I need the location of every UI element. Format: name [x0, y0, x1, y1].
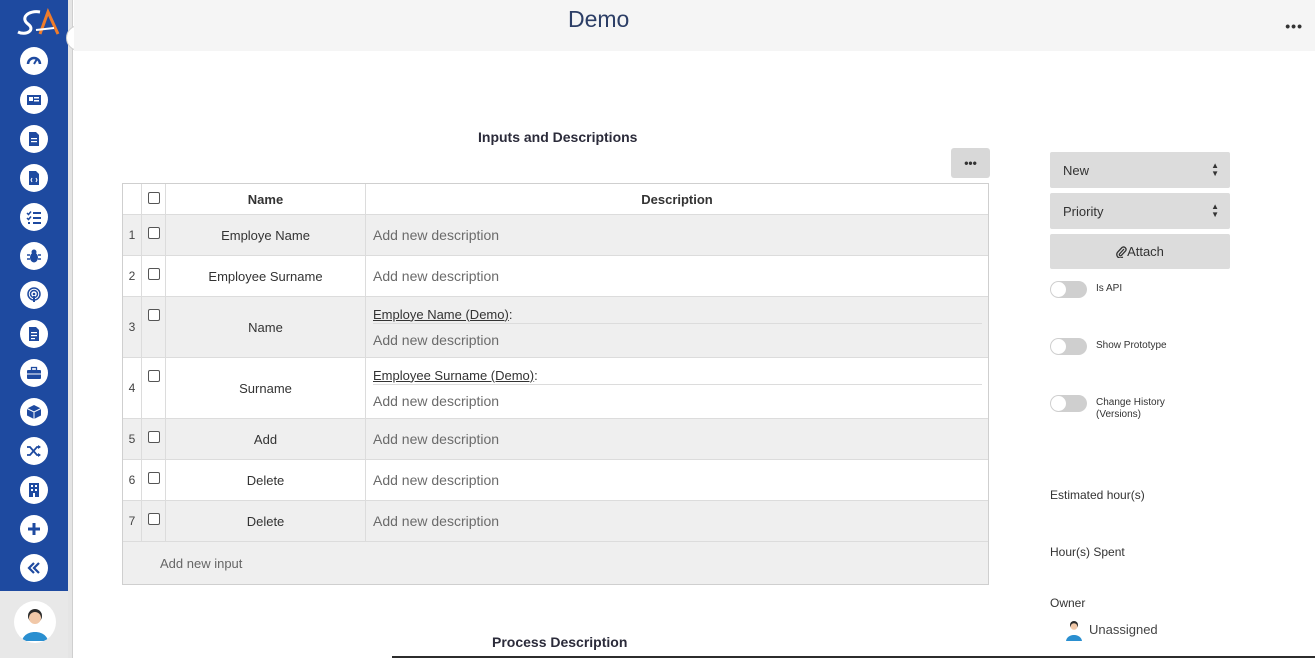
- row-checkbox[interactable]: [142, 256, 166, 296]
- show-prototype-label: Show Prototype: [1096, 340, 1167, 351]
- description-placeholder[interactable]: Add new description: [373, 431, 988, 447]
- avatar[interactable]: [14, 601, 56, 643]
- row-number: 6: [123, 460, 142, 500]
- cube-icon[interactable]: [20, 398, 48, 426]
- table-row: 4 Surname Employee Surname (Demo): Add n…: [123, 358, 988, 419]
- status-select[interactable]: New ▲ ▼: [1050, 152, 1230, 188]
- file-text-icon[interactable]: [20, 320, 48, 348]
- show-prototype-toggle[interactable]: [1050, 338, 1087, 355]
- table-row: 2 Employee Surname Add new description: [123, 256, 988, 297]
- column-header-name: Name: [166, 184, 366, 214]
- change-history-toggle[interactable]: [1050, 395, 1087, 412]
- row-number: 1: [123, 215, 142, 255]
- plus-icon[interactable]: [20, 515, 48, 543]
- document-icon[interactable]: [20, 125, 48, 153]
- process-description-title: Process Description: [492, 634, 628, 650]
- description-placeholder[interactable]: Add new description: [373, 393, 988, 409]
- broadcast-icon[interactable]: [20, 281, 48, 309]
- priority-select-value: Priority: [1063, 203, 1104, 219]
- description-placeholder[interactable]: Add new description: [373, 268, 988, 284]
- task-list-icon[interactable]: [20, 203, 48, 231]
- shuffle-icon[interactable]: [20, 437, 48, 465]
- building-icon[interactable]: [20, 476, 48, 504]
- section-title: Inputs and Descriptions: [478, 129, 638, 145]
- table-header-row: Name Description: [123, 184, 988, 215]
- row-checkbox[interactable]: [142, 460, 166, 500]
- row-number: 5: [123, 419, 142, 459]
- is-api-toggle[interactable]: [1050, 281, 1087, 298]
- table-row: 1 Employe Name Add new description: [123, 215, 988, 256]
- estimated-hours-label: Estimated hour(s): [1050, 488, 1145, 502]
- table-row: 3 Name Employe Name (Demo): Add new desc…: [123, 297, 988, 358]
- attach-label: Attach: [1127, 244, 1164, 259]
- sort-arrows-icon: ▲ ▼: [1211, 202, 1219, 219]
- column-header-description: Description: [641, 191, 713, 207]
- description-placeholder[interactable]: Add new description: [373, 332, 988, 348]
- description-cell[interactable]: Employee Surname (Demo): Add new descrip…: [366, 358, 988, 418]
- id-card-icon[interactable]: [20, 86, 48, 114]
- input-name[interactable]: Delete: [166, 501, 366, 541]
- description-cell[interactable]: Add new description: [366, 256, 988, 296]
- double-chevron-left-icon[interactable]: [20, 554, 48, 582]
- row-checkbox[interactable]: [142, 358, 166, 418]
- paperclip-icon: [1116, 245, 1127, 258]
- app-logo[interactable]: [14, 6, 62, 38]
- is-api-label: Is API: [1096, 283, 1123, 294]
- input-name[interactable]: Surname: [166, 358, 366, 418]
- select-all-checkbox[interactable]: [142, 184, 166, 214]
- status-select-value: New: [1063, 162, 1090, 178]
- table-row: 7 Delete Add new description: [123, 501, 988, 542]
- row-checkbox[interactable]: [142, 501, 166, 541]
- page-header: Demo •••: [74, 0, 1315, 51]
- input-name[interactable]: Employee Surname: [166, 256, 366, 296]
- reference-link[interactable]: Employee Surname (Demo): [373, 368, 534, 383]
- row-number: 3: [123, 297, 142, 357]
- dashboard-icon[interactable]: [20, 47, 48, 75]
- input-name[interactable]: Add: [166, 419, 366, 459]
- row-checkbox[interactable]: [142, 215, 166, 255]
- attach-button[interactable]: Attach: [1050, 234, 1230, 269]
- header-more-button[interactable]: •••: [1285, 18, 1303, 34]
- table-more-button[interactable]: •••: [951, 148, 990, 178]
- input-name[interactable]: Employe Name: [166, 215, 366, 255]
- row-number: 7: [123, 501, 142, 541]
- inputs-table: Name Description 1 Employe Name Add new …: [122, 183, 989, 585]
- priority-select[interactable]: Priority ▲ ▼: [1050, 193, 1230, 229]
- description-cell[interactable]: Add new description: [366, 501, 988, 541]
- description-cell[interactable]: Add new description: [366, 419, 988, 459]
- page-title: Demo: [568, 6, 630, 32]
- description-cell[interactable]: Add new description: [366, 215, 988, 255]
- description-cell[interactable]: Employe Name (Demo): Add new description: [366, 297, 988, 357]
- owner-avatar-icon: [1066, 621, 1082, 641]
- sort-arrows-icon: ▲ ▼: [1211, 161, 1219, 178]
- input-name[interactable]: Name: [166, 297, 366, 357]
- owner-label: Owner: [1050, 596, 1086, 610]
- reference-link[interactable]: Employe Name (Demo): [373, 307, 509, 322]
- description-placeholder[interactable]: Add new description: [373, 513, 988, 529]
- owner-value[interactable]: Unassigned: [1089, 622, 1158, 637]
- briefcase-icon[interactable]: [20, 359, 48, 387]
- change-history-label: Change History (Versions): [1096, 397, 1165, 420]
- add-new-input-button[interactable]: Add new input: [123, 542, 988, 584]
- sidebar: [0, 0, 68, 658]
- description-placeholder[interactable]: Add new description: [373, 472, 988, 488]
- sidebar-edge: [68, 0, 73, 658]
- bug-icon[interactable]: [20, 242, 48, 270]
- input-name[interactable]: Delete: [166, 460, 366, 500]
- row-number: 2: [123, 256, 142, 296]
- hours-spent-label: Hour(s) Spent: [1050, 545, 1125, 559]
- table-row: 6 Delete Add new description: [123, 460, 988, 501]
- description-cell[interactable]: Add new description: [366, 460, 988, 500]
- code-file-icon[interactable]: [20, 164, 48, 192]
- row-checkbox[interactable]: [142, 297, 166, 357]
- table-row: 5 Add Add new description: [123, 419, 988, 460]
- user-panel: [0, 591, 68, 658]
- row-number: 4: [123, 358, 142, 418]
- description-placeholder[interactable]: Add new description: [373, 227, 988, 243]
- row-checkbox[interactable]: [142, 419, 166, 459]
